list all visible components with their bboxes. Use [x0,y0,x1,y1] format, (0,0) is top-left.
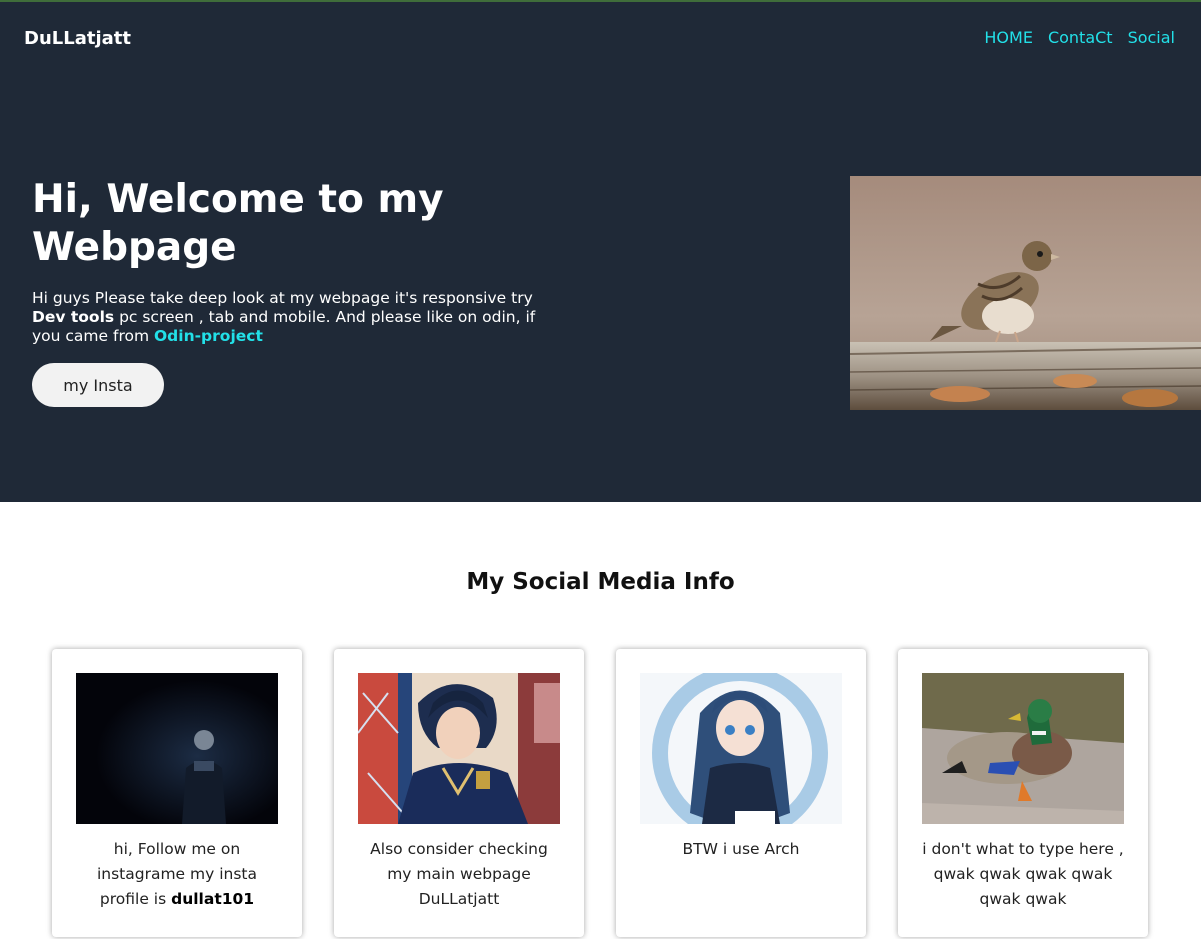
hero-section: DuLLatjatt HOME ContaCt Social Hi, Welco… [0,2,1201,502]
card-caption-text: Also consider checking my main webpage D… [370,840,548,908]
man-in-dark-photo [76,673,278,824]
card-caption: i don't what to type here , qwak qwak qw… [920,837,1126,912]
card-caption: Also consider checking my main webpage D… [356,837,562,912]
card-caption: hi, Follow me on instagrame my insta pro… [74,837,280,912]
social-card: Also consider checking my main webpage D… [334,649,584,937]
social-cards: hi, Follow me on instagrame my insta pro… [52,649,1152,939]
social-card: i don't what to type here , qwak qwak qw… [898,649,1148,937]
social-card: hi, Follow me on instagrame my insta pro… [52,649,302,937]
insta-handle: dullat101 [171,890,255,908]
my-insta-button[interactable]: my Insta [32,363,164,407]
nav-social-link[interactable]: Social [1128,28,1175,47]
hero-title: Hi, Welcome to my Webpage [32,177,444,270]
mallard-duck-photo [922,673,1124,824]
card-caption-text: BTW i use Arch [682,840,800,858]
social-card: BTW i use Arch [616,649,866,937]
nav-home-link[interactable]: HOME [984,28,1033,47]
sparrow-photo [850,176,1201,410]
anime-boy-illustration [358,673,560,824]
nav-contact-link[interactable]: ContaCt [1048,28,1113,47]
anime-girl-illustration [640,673,842,824]
main-nav: HOME ContaCt Social [984,28,1175,47]
site-logo[interactable]: DuLLatjatt [24,28,131,49]
hero-text-part1: Hi guys Please take deep look at my webp… [32,289,533,307]
hero-text-bold: Dev tools [32,308,115,326]
card-caption-text: i don't what to type here , qwak qwak qw… [922,840,1124,908]
card-caption: BTW i use Arch [638,837,844,862]
hero-description: Hi guys Please take deep look at my webp… [32,289,562,346]
odin-project-link[interactable]: Odin-project [154,327,263,345]
social-section-title: My Social Media Info [466,569,735,595]
